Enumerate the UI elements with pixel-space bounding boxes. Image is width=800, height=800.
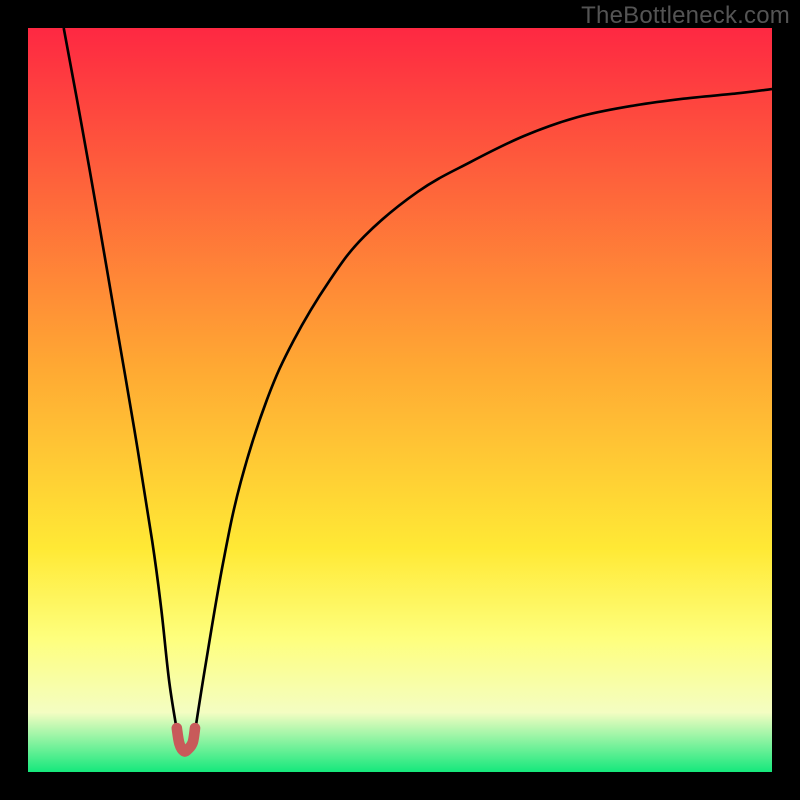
bottleneck-chart (28, 28, 772, 772)
chart-background (28, 28, 772, 772)
chart-frame: TheBottleneck.com (0, 0, 800, 800)
watermark-label: TheBottleneck.com (581, 2, 790, 30)
